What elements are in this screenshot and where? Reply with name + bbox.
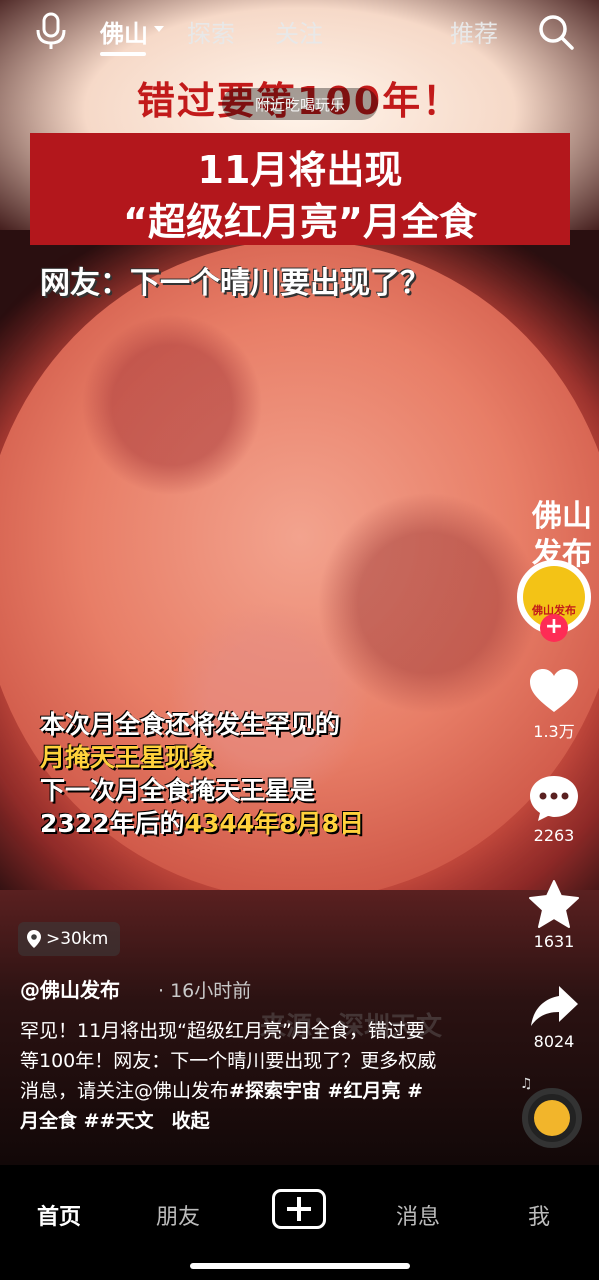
comment-icon	[530, 776, 578, 821]
home-indicator	[190, 1263, 410, 1269]
nav-friends[interactable]: 朋友	[156, 1199, 200, 1231]
heart-icon	[530, 669, 578, 712]
create-post-button[interactable]	[272, 1189, 326, 1229]
star-icon	[529, 880, 579, 928]
tab-foshan[interactable]: 佛山	[100, 14, 148, 49]
caption-line-4b: 4344年8月8日	[184, 809, 364, 838]
search-icon[interactable]	[536, 12, 576, 52]
location-distance: >30km	[46, 929, 109, 949]
active-tab-indicator	[100, 52, 146, 56]
favorite-count: 1631	[533, 932, 575, 951]
caption-line-1: 本次月全食还将发生罕见的	[40, 710, 341, 739]
collapse-button[interactable]: 收起	[172, 1110, 210, 1132]
bottom-navigation: 首页 朋友 消息 我	[0, 1165, 599, 1280]
location-chip[interactable]: >30km	[18, 922, 121, 956]
microphone-icon[interactable]	[33, 12, 69, 50]
share-button[interactable]: 8024	[524, 984, 584, 1051]
video-title-banner: 11月将出现 “超级红月亮”月全食	[30, 133, 570, 245]
post-description: 罕见！11月将出现“超级红月亮”月全食，错过要等100年！网友：下一个晴川要出现…	[20, 1016, 440, 1136]
comment-button[interactable]: 2263	[524, 774, 584, 845]
nav-home[interactable]: 首页	[37, 1199, 81, 1231]
like-count: 1.3万	[533, 722, 575, 741]
like-button[interactable]: 1.3万	[524, 668, 584, 742]
author-name[interactable]: @佛山发布	[20, 974, 120, 1003]
follow-button[interactable]: +	[540, 614, 568, 642]
music-disc[interactable]	[522, 1088, 582, 1148]
banner-line-2: “超级红月亮”月全食	[123, 200, 477, 244]
comment-count: 2263	[533, 826, 575, 845]
video-caption: 本次月全食还将发生罕见的 月掩天王星现象 下一次月全食掩天王星是 2322年后的…	[40, 708, 364, 840]
banner-line-1: 11月将出现	[197, 148, 403, 192]
nav-me[interactable]: 我	[528, 1199, 550, 1231]
tab-following[interactable]: 关注	[275, 14, 323, 49]
top-bar: 佛山 探索 关注 推荐	[0, 0, 599, 62]
nav-messages[interactable]: 消息	[396, 1199, 440, 1231]
tab-explore[interactable]: 探索	[187, 14, 235, 49]
caption-line-2: 月掩天王星现象	[40, 743, 216, 772]
favorite-button[interactable]: 1631	[524, 880, 584, 951]
nearby-pill[interactable]: 附近吃喝玩乐	[222, 88, 378, 120]
tab-recommend[interactable]: 推荐	[450, 14, 498, 49]
caption-line-3: 下一次月全食掩天王星是	[40, 776, 316, 805]
video-subhead: 网友：下一个晴川要出现了？	[40, 266, 430, 301]
share-count: 8024	[533, 1032, 575, 1051]
music-note-icon: ♫	[520, 1076, 533, 1092]
post-time: · 16小时前	[158, 980, 252, 1002]
location-pin-icon	[27, 930, 41, 948]
share-icon	[531, 986, 578, 1026]
music-cover	[534, 1100, 570, 1136]
caption-line-4a: 2322年后的	[40, 809, 185, 838]
chevron-down-icon[interactable]	[154, 26, 164, 32]
